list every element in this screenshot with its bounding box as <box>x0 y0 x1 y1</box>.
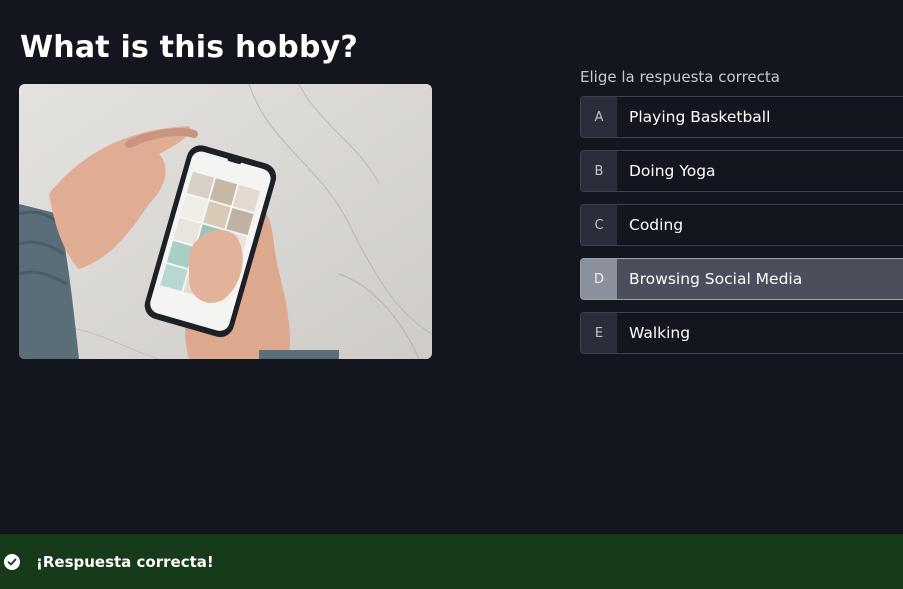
option-c[interactable]: C Coding <box>580 204 903 246</box>
option-key: A <box>581 97 617 137</box>
option-key: D <box>581 259 617 299</box>
question-image <box>19 84 432 359</box>
option-key: C <box>581 205 617 245</box>
feedback-message: ¡Respuesta correcta! <box>36 552 214 571</box>
answer-options: A Playing Basketball B Doing Yoga C Codi… <box>580 96 903 366</box>
quiz-page: What is this hobby? Elige la respuesta c… <box>0 0 903 589</box>
option-label: Coding <box>629 216 684 234</box>
feedback-bar: ¡Respuesta correcta! <box>0 534 903 589</box>
option-label: Playing Basketball <box>629 108 771 126</box>
phone-in-hands-illustration <box>19 84 432 359</box>
check-circle-icon <box>4 553 20 570</box>
answer-instructions: Elige la respuesta correcta <box>580 68 780 86</box>
option-key: E <box>581 313 617 353</box>
option-d[interactable]: D Browsing Social Media <box>580 258 903 300</box>
option-a[interactable]: A Playing Basketball <box>580 96 903 138</box>
question-title: What is this hobby? <box>20 30 359 65</box>
option-label: Browsing Social Media <box>629 270 803 288</box>
option-label: Doing Yoga <box>629 162 716 180</box>
option-b[interactable]: B Doing Yoga <box>580 150 903 192</box>
option-label: Walking <box>629 324 691 342</box>
option-e[interactable]: E Walking <box>580 312 903 354</box>
option-key: B <box>581 151 617 191</box>
